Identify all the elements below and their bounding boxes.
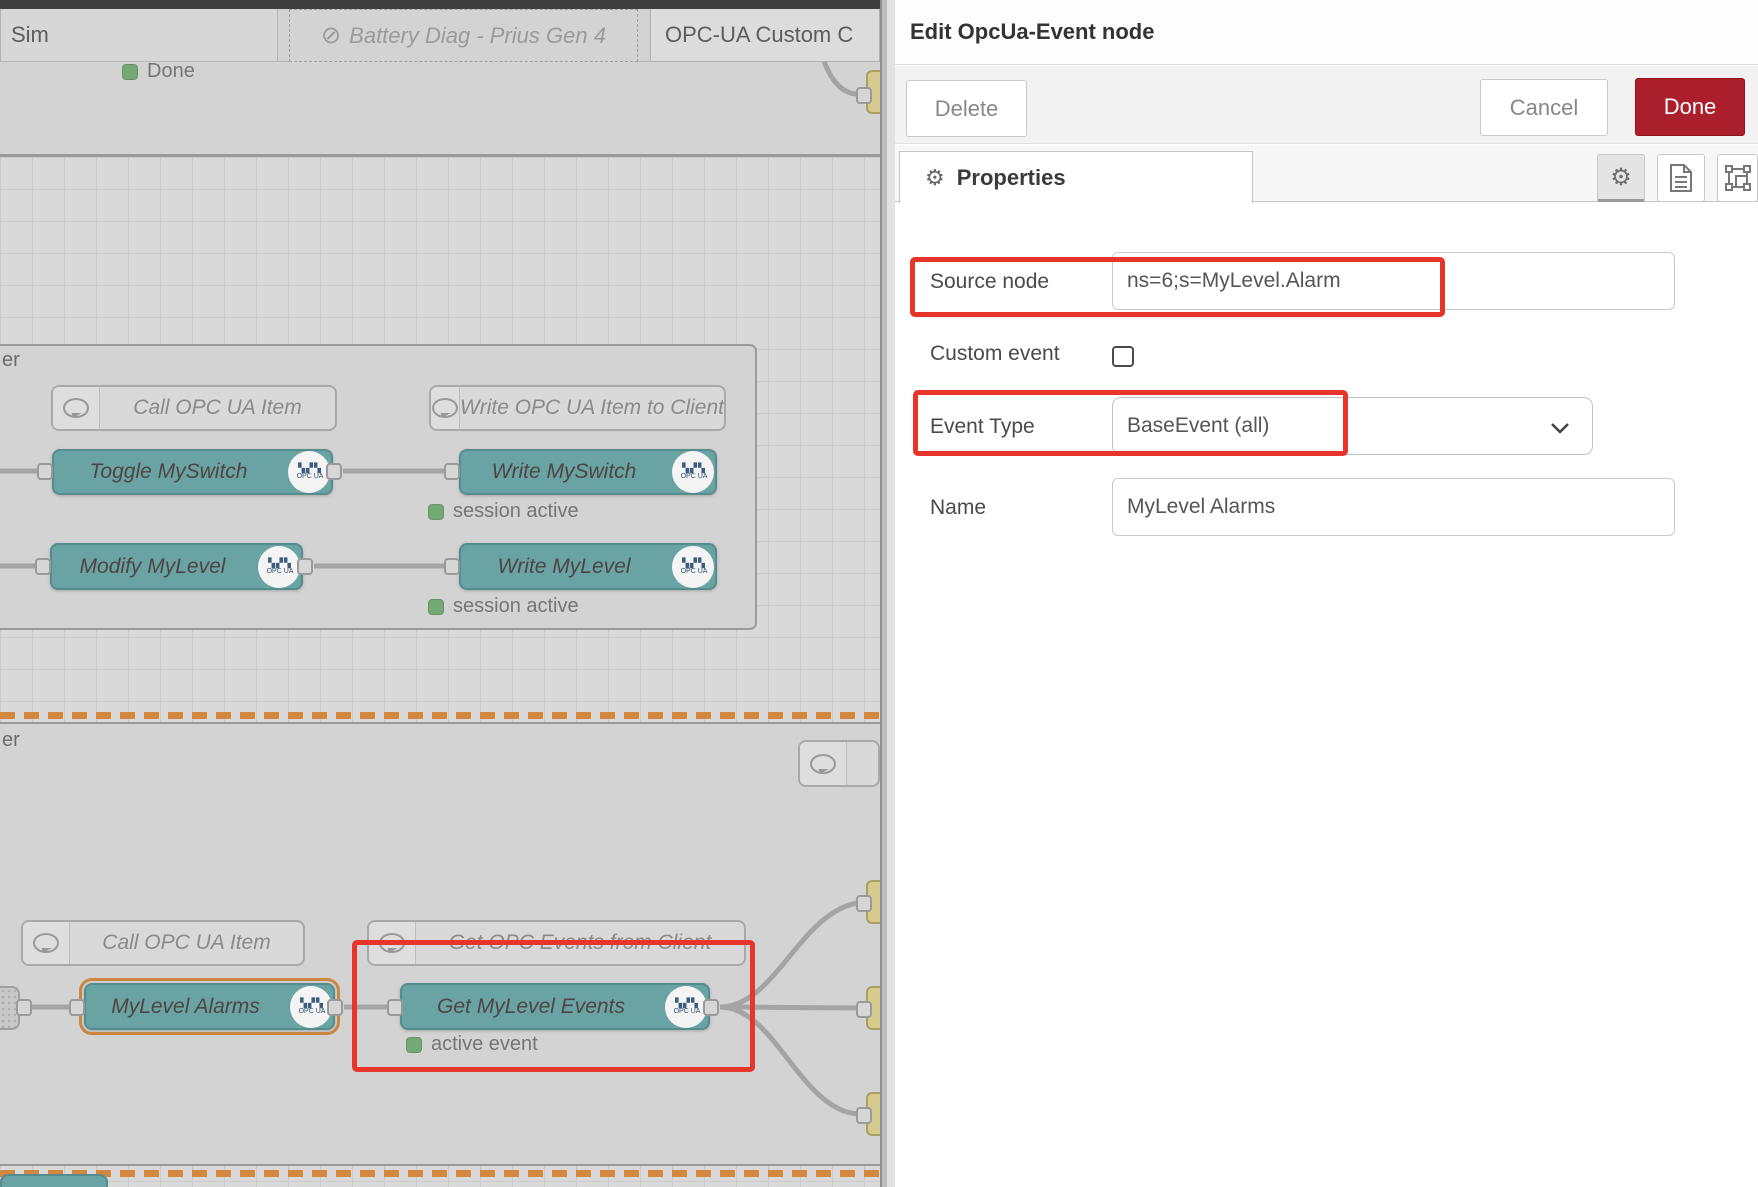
delete-button[interactable]: Delete [906,80,1027,137]
panel-divider[interactable] [880,0,895,1187]
done-button[interactable]: Done [1635,78,1745,136]
opcua-badge-icon: ▚▞▚OPC UA [290,986,332,1028]
node-status-done: Done [122,60,195,83]
output-port[interactable] [327,999,343,1016]
input-port[interactable] [444,463,460,480]
status-dot-icon [122,64,138,80]
node-status-session-active: session active [428,595,579,618]
node-red-editor: er er Done Call OPC UA Item [0,0,1758,1187]
input-port[interactable] [69,999,85,1016]
input-port[interactable] [37,463,53,480]
output-port[interactable] [297,558,313,575]
node-status-session-active: session active [428,500,579,523]
panel-header: Edit OpcUa-Event node [895,0,1758,65]
cancel-button[interactable]: Cancel [1480,79,1608,136]
gear-icon: ⚙ [1610,163,1632,192]
node-mylevel-alarms-selected[interactable]: MyLevel Alarms ▚▞▚OPC UA [84,983,335,1030]
tab-properties[interactable]: ⚙ Properties [899,151,1253,203]
custom-event-checkbox[interactable] [1112,346,1134,367]
appearance-view-button[interactable] [1717,154,1758,202]
description-view-button[interactable] [1657,154,1705,202]
gear-icon: ⚙ [925,165,945,191]
annotation-box-get-events-node [352,940,755,1072]
window-top-strip [0,0,880,9]
edit-node-panel: Edit OpcUa-Event node Delete Cancel Done… [895,0,1758,1187]
input-port[interactable] [35,558,51,575]
speech-bubble-icon [23,922,70,964]
node-write-mylevel[interactable]: Write MyLevel ▚▞▚OPC UA [459,543,717,590]
speech-bubble-icon [800,742,847,785]
opcua-badge-icon: ▚▞▚OPC UA [258,546,300,588]
speech-bubble-icon [53,387,100,429]
output-port[interactable] [16,999,32,1016]
comment-node-call-opcua-1[interactable]: Call OPC UA Item [51,385,337,431]
chevron-down-icon [1550,422,1570,434]
annotation-box-source-node [910,257,1445,317]
name-input[interactable] [1112,478,1675,536]
properties-view-button[interactable]: ⚙ [1597,154,1645,202]
speech-bubble-icon [431,387,460,429]
comment-node-partial[interactable] [798,740,880,787]
status-dot-icon [428,504,444,520]
node-modify-mylevel[interactable]: Modify MyLevel ▚▞▚OPC UA [50,543,303,590]
input-port[interactable] [856,895,872,912]
output-port[interactable] [326,463,342,480]
document-icon [1669,164,1693,192]
disabled-icon: ⊘ [321,21,341,50]
input-port[interactable] [856,87,872,104]
panel-tab-strip: ⚙ Properties ⚙ [895,145,1758,202]
input-port[interactable] [856,1001,872,1018]
node-toggle-myswitch[interactable]: Toggle MySwitch ▚▞▚OPC UA [52,449,333,495]
frame-icon [1725,165,1751,191]
comment-node-call-opcua-2[interactable]: Call OPC UA Item [21,920,305,966]
flow-tab-opcua-custom[interactable]: OPC-UA Custom C [650,9,880,62]
name-label: Name [930,496,986,520]
flow-tab-bar: Sim ⊘ Battery Diag - Prius Gen 4 OPC-UA … [0,9,880,62]
node-write-myswitch[interactable]: Write MySwitch ▚▞▚OPC UA [459,449,717,495]
opcua-badge-icon: ▚▞▚OPC UA [672,451,714,493]
annotation-box-event-type [913,390,1348,456]
input-port[interactable] [856,1107,872,1124]
comment-node-write-client[interactable]: Write OPC UA Item to Client [429,385,726,431]
status-dot-icon [428,599,444,615]
panel-title: Edit OpcUa-Event node [910,19,1154,45]
node-edge-bottom-partial[interactable] [0,1174,108,1187]
input-port[interactable] [444,558,460,575]
panel-button-tray: Delete Cancel Done [895,66,1758,144]
opcua-badge-icon: ▚▞▚OPC UA [288,451,330,493]
opcua-badge-icon: ▚▞▚OPC UA [672,546,714,588]
flow-tab-sim[interactable]: Sim [0,9,278,62]
flow-tab-battery-diag[interactable]: ⊘ Battery Diag - Prius Gen 4 [289,9,638,62]
custom-event-label: Custom event [930,342,1060,366]
